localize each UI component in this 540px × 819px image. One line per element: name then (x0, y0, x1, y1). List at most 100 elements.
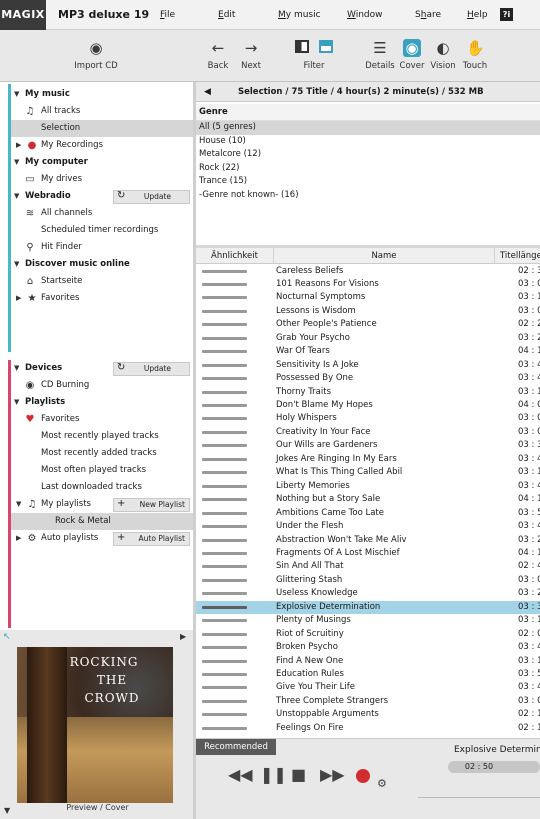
import-cd-button[interactable]: ◉ Import CD (70, 30, 122, 82)
info-icon[interactable]: ?i (500, 8, 513, 21)
filter-button[interactable]: Filter (286, 30, 342, 82)
pause-icon[interactable]: ❚❚ (260, 765, 287, 784)
tree-selection[interactable]: Selection (11, 120, 194, 137)
tree-playlists[interactable]: ▼ Playlists (11, 394, 194, 411)
tree-playlist-favorites[interactable]: ♥ Favorites (11, 411, 194, 428)
tree-all-tracks[interactable]: ♫ All tracks (11, 103, 194, 120)
genre-item[interactable]: -Genre not known- (16) (196, 189, 540, 203)
table-row[interactable]: Other People's Patience 02 : 2 (196, 318, 540, 331)
table-row[interactable]: Grab Your Psycho 03 : 2 (196, 332, 540, 345)
tree-most-recently-added[interactable]: Most recently added tracks (11, 445, 194, 462)
table-row[interactable]: Sin And All That 02 : 4 (196, 560, 540, 573)
tree-last-downloaded[interactable]: Last downloaded tracks (11, 479, 194, 496)
tree-startseite[interactable]: ⌂ Startseite (11, 273, 194, 290)
table-row[interactable]: War Of Tears 04 : 1 (196, 345, 540, 358)
collapse-right-icon[interactable]: ▶ (180, 632, 186, 641)
table-row[interactable]: Lessons is Wisdom 03 : 0 (196, 305, 540, 318)
table-row[interactable]: Creativity In Your Face 03 : 0 (196, 426, 540, 439)
pointer-icon[interactable]: ↖ (3, 632, 11, 642)
table-row[interactable]: Abstraction Won't Take Me Aliv 03 : 2 (196, 534, 540, 547)
details-button[interactable]: ☰ Details (364, 30, 396, 82)
table-row[interactable]: Give You Their Life 03 : 4 (196, 681, 540, 694)
tree-my-computer[interactable]: ▼ My computer (11, 154, 194, 171)
table-row[interactable]: Useless Knowledge 03 : 2 (196, 587, 540, 600)
menu-file[interactable]: File (160, 0, 175, 30)
column-length[interactable]: Titellänge (495, 248, 540, 264)
table-row[interactable]: Jokes Are Ringing In My Ears 03 : 4 (196, 453, 540, 466)
table-row[interactable]: Don't Blame My Hopes 04 : 0 (196, 399, 540, 412)
menu-window[interactable]: Window (347, 0, 383, 30)
genre-item[interactable]: Trance (15) (196, 175, 540, 189)
table-row[interactable]: Our Wills are Gardeners 03 : 3 (196, 439, 540, 452)
tree-scheduled-recordings[interactable]: Scheduled timer recordings (11, 222, 194, 239)
table-row[interactable]: Feelings On Fire 02 : 1 (196, 722, 540, 735)
table-row[interactable]: Nocturnal Symptoms 03 : 1 (196, 291, 540, 304)
seek-track[interactable] (418, 797, 540, 798)
tree-favorites[interactable]: ▶ ★ Favorites (11, 290, 194, 307)
new-playlist-button[interactable]: + New Playlist (113, 498, 190, 512)
tree-most-often-played[interactable]: Most often played tracks (11, 462, 194, 479)
table-row[interactable]: Explosive Determination 03 : 3 (196, 600, 540, 615)
cover-button[interactable]: ◉ Cover (397, 30, 427, 82)
menu-help[interactable]: Help (467, 0, 488, 30)
tree-hit-finder[interactable]: ⚲ Hit Finder (11, 239, 194, 256)
track-name: Holy Whispers (276, 413, 337, 424)
tree-my-recordings[interactable]: ▶ ● My Recordings (11, 137, 194, 154)
position-display[interactable]: 02 : 50 (448, 761, 540, 773)
stop-icon[interactable]: ■ (291, 765, 306, 784)
fast-forward-icon[interactable]: ▶▶ (320, 765, 345, 784)
table-row[interactable]: Thorny Traits 03 : 1 (196, 386, 540, 399)
auto-playlist-button[interactable]: + Auto Playlist (113, 532, 190, 546)
menu-edit[interactable]: Edit (218, 0, 235, 30)
menu-share[interactable]: Share (415, 0, 441, 30)
webradio-update-button[interactable]: ↻ Update (113, 190, 190, 204)
table-row[interactable]: Broken Psycho 03 : 4 (196, 641, 540, 654)
table-row[interactable]: Sensitivity Is A Joke 03 : 4 (196, 359, 540, 372)
genre-header[interactable]: Genre (196, 104, 540, 121)
tree-cd-burning[interactable]: ◉ CD Burning (11, 377, 194, 394)
table-row[interactable]: Nothing but a Story Sale 04 : 1 (196, 493, 540, 506)
table-row[interactable]: Unstoppable Arguments 02 : 1 (196, 708, 540, 721)
touch-button[interactable]: ✋ Touch (460, 30, 490, 82)
table-row[interactable]: Holy Whispers 03 : 0 (196, 412, 540, 425)
menu-my-music[interactable]: My music (278, 0, 321, 30)
tree-my-drives[interactable]: ▭ My drives (11, 171, 194, 188)
rewind-icon[interactable]: ◀◀ (228, 765, 253, 784)
plus-icon: + (117, 498, 126, 509)
tree-my-music[interactable]: ▼ My music (11, 86, 194, 103)
table-row[interactable]: Fragments Of A Lost Mischief 04 : 1 (196, 547, 540, 560)
tree-rock-metal-playlist[interactable]: Rock & Metal (11, 513, 194, 530)
table-row[interactable]: Ambitions Came Too Late 03 : 5 (196, 507, 540, 520)
table-row[interactable]: Plenty of Musings 03 : 1 (196, 614, 540, 627)
genre-item[interactable]: All (5 genres) (196, 121, 540, 135)
table-row[interactable]: 101 Reasons For Visions 03 : 0 (196, 278, 540, 291)
auto-playlist-icon: ⚙ (27, 533, 37, 544)
genre-item[interactable]: Metalcore (12) (196, 148, 540, 162)
tree-discover-music[interactable]: ▼ Discover music online (11, 256, 194, 273)
table-row[interactable]: Careless Beliefs 02 : 3 (196, 265, 540, 278)
table-row[interactable]: Liberty Memories 03 : 4 (196, 480, 540, 493)
table-row[interactable]: Under the Flesh 03 : 4 (196, 520, 540, 533)
genre-item[interactable]: Rock (22) (196, 162, 540, 176)
back-button[interactable]: ← Back (203, 30, 233, 82)
table-row[interactable]: Riot of Scruitiny 02 : 0 (196, 628, 540, 641)
column-similarity[interactable]: Ähnlichkeit (196, 248, 274, 264)
table-row[interactable]: Three Complete Strangers 03 : 0 (196, 695, 540, 708)
table-row[interactable]: What Is This Thing Called Abil 03 : 1 (196, 466, 540, 479)
devices-update-button[interactable]: ↻ Update (113, 362, 190, 376)
genre-item[interactable]: House (10) (196, 135, 540, 149)
column-name[interactable]: Name (274, 248, 495, 264)
recommended-tab[interactable]: Recommended (196, 739, 276, 755)
table-row[interactable]: Possessed By One 03 : 4 (196, 372, 540, 385)
record-button[interactable] (356, 769, 370, 783)
gear-icon[interactable]: ⚙ (377, 777, 387, 790)
breadcrumb-back-icon[interactable]: ◀ (204, 82, 211, 102)
tree-all-channels[interactable]: ≋ All channels (11, 205, 194, 222)
table-row[interactable]: Education Rules 03 : 5 (196, 668, 540, 681)
tree-most-recently-played[interactable]: Most recently played tracks (11, 428, 194, 445)
similarity-bar (202, 673, 247, 676)
table-row[interactable]: Find A New One 03 : 1 (196, 655, 540, 668)
vision-button[interactable]: ◐ Vision (428, 30, 458, 82)
table-row[interactable]: Glittering Stash 03 : 0 (196, 574, 540, 587)
next-button[interactable]: → Next (236, 30, 266, 82)
